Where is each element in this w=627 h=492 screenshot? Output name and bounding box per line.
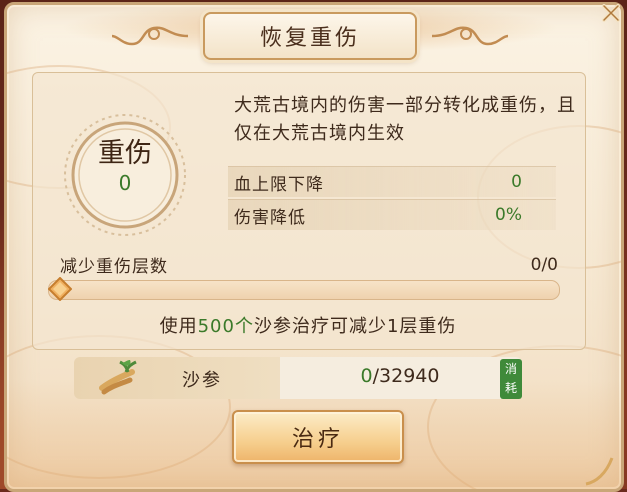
title-plate: 恢复重伤 [203, 12, 417, 60]
close-button[interactable] [596, 0, 626, 26]
corner-ornament-icon [585, 457, 614, 486]
injury-label: 重伤 [98, 138, 152, 169]
stat-row-damage-reduce: 伤害降低 0% [228, 199, 556, 230]
injury-seal: 重伤 0 [60, 138, 190, 196]
consume-tag-2: 耗 [504, 381, 517, 395]
usage-suffix: 沙参治疗可减少1层重伤 [253, 316, 457, 337]
usage-hint: 使用500个沙参治疗可减少1层重伤 [32, 312, 584, 338]
consume-badge: 消 耗 [500, 359, 522, 399]
stat-row-hp-limit: 血上限下降 0 [228, 166, 556, 197]
reduce-layers-slider[interactable] [48, 280, 560, 300]
injury-description: 大荒古境内的伤害一部分转化成重伤，且仅在大荒古境内生效 [234, 95, 576, 144]
material-need: /32940 [372, 365, 440, 387]
material-have: 0 [360, 365, 373, 387]
usage-prefix: 使用 [159, 316, 198, 337]
reduce-layers-label: 减少重伤层数 [60, 257, 168, 277]
reduce-layers-value: 0/0 [530, 254, 558, 275]
material-count: 0/32940 [300, 365, 500, 387]
reduce-layers-row: 减少重伤层数 0/0 [60, 252, 558, 278]
close-icon [602, 4, 620, 22]
injury-value: 0 [118, 171, 132, 195]
panel-title: 恢复重伤 [259, 26, 360, 51]
slider-thumb[interactable] [48, 277, 72, 301]
treat-button[interactable]: 治疗 [232, 410, 404, 464]
herb-root-icon[interactable] [96, 358, 140, 398]
stat-label: 血上限下降 [234, 174, 324, 195]
stat-value: 0% [495, 205, 522, 225]
usage-amount: 500个 [197, 316, 254, 337]
stat-label: 伤害降低 [234, 207, 306, 228]
consume-tag-1: 消 [504, 362, 517, 376]
material-name: 沙参 [182, 370, 222, 391]
flourish-left-icon [111, 26, 189, 46]
treat-button-label: 治疗 [291, 427, 344, 452]
flourish-right-icon [431, 26, 509, 46]
stat-value: 0 [511, 172, 522, 192]
